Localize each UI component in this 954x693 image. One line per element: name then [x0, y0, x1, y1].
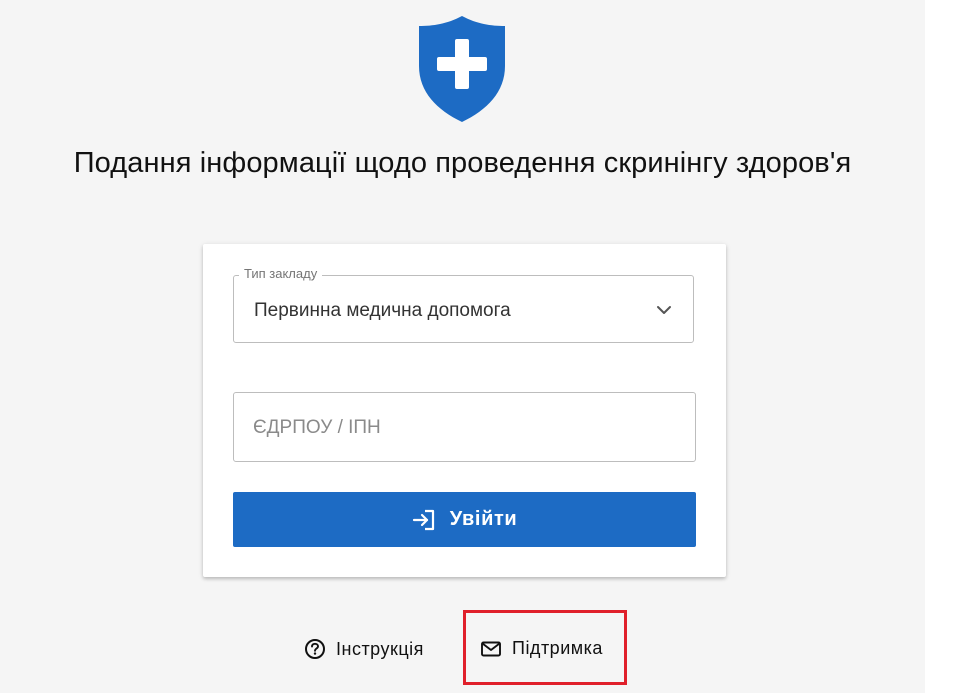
edrpou-input[interactable]	[253, 415, 673, 441]
facility-type-value: Первинна медична допомога	[254, 300, 511, 321]
page-title: Подання інформації щодо проведення скрин…	[73, 147, 852, 179]
facility-type-select[interactable]: Первинна медична допомога	[233, 275, 694, 343]
chevron-down-icon	[657, 306, 671, 314]
instructions-link[interactable]: Інструкція	[304, 638, 424, 660]
login-icon	[412, 509, 434, 530]
instructions-label: Інструкція	[336, 638, 424, 659]
login-button[interactable]: Увійти	[233, 492, 696, 547]
support-highlight-box	[463, 610, 627, 685]
right-edge	[925, 0, 954, 693]
login-form-card: Первинна медична допомога Тип закладу Ув…	[203, 244, 726, 577]
edrpou-field[interactable]	[233, 392, 696, 462]
help-circle-icon	[305, 639, 325, 659]
shield-cross-icon	[419, 16, 505, 122]
login-page: Подання інформації щодо проведення скрин…	[0, 0, 925, 693]
login-button-label: Увійти	[449, 508, 518, 530]
facility-type-legend: Тип закладу	[239, 266, 323, 281]
